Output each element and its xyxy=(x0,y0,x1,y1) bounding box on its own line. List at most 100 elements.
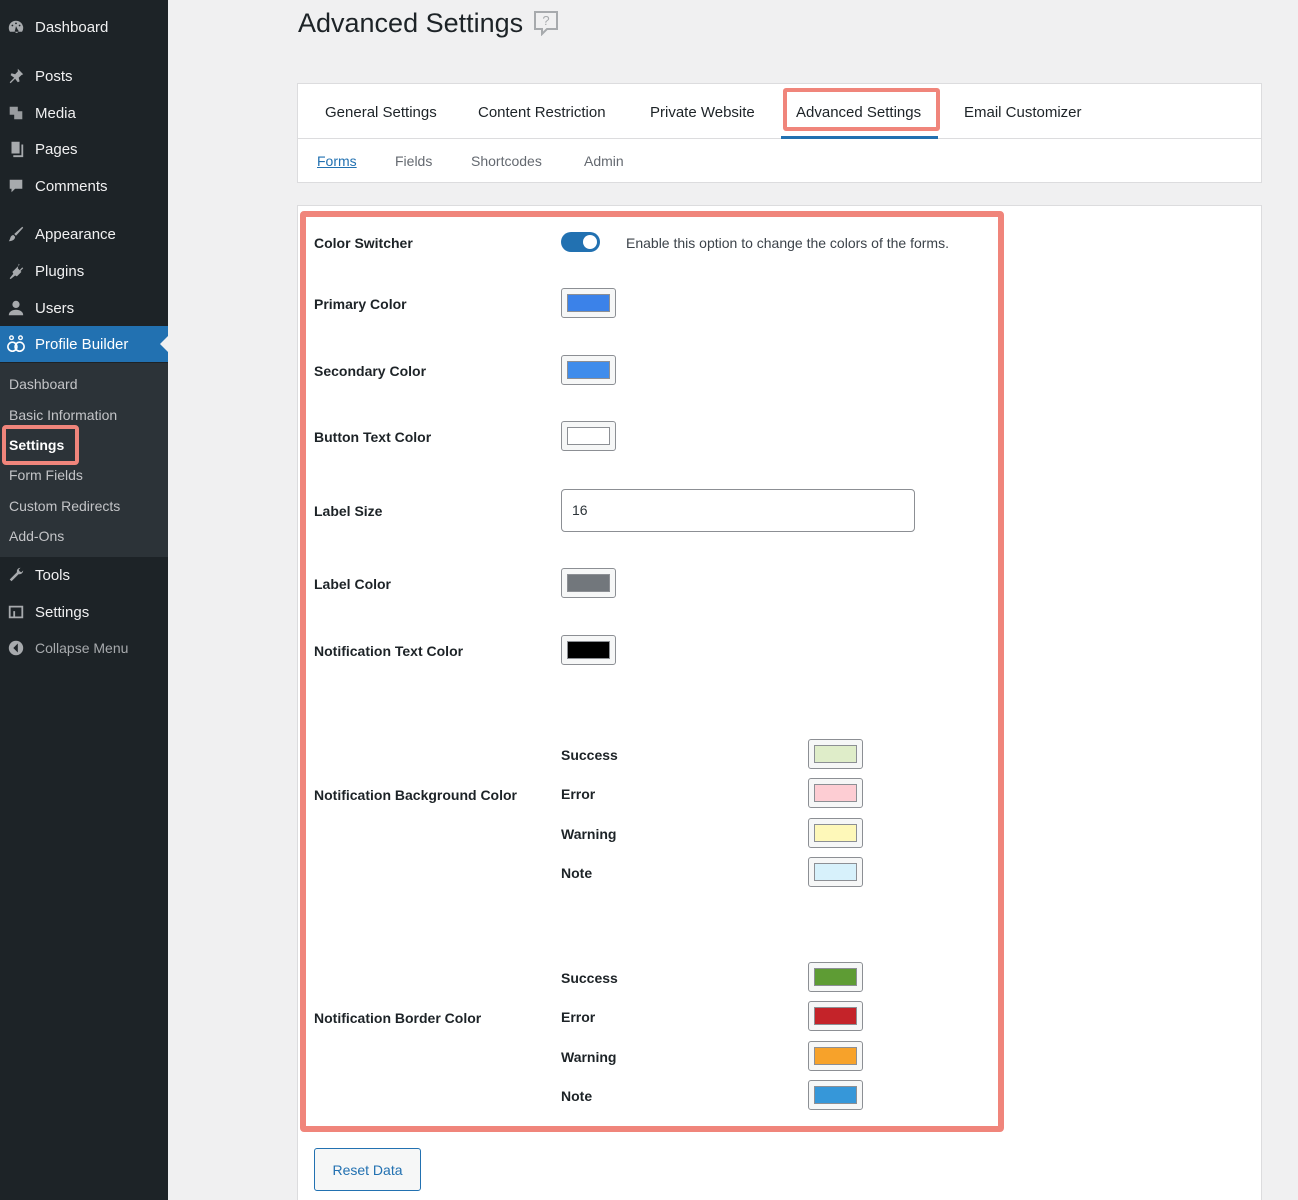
pin-icon xyxy=(6,66,26,86)
media-icon xyxy=(6,103,26,123)
bg-warning-label: Warning xyxy=(561,826,617,842)
tab-advanced-settings[interactable]: Advanced Settings xyxy=(796,104,921,121)
sidebar-item-pages[interactable]: Pages xyxy=(0,131,168,167)
subtab-fields[interactable]: Fields xyxy=(395,153,432,169)
bg-success-color-picker[interactable] xyxy=(808,739,863,769)
help-icon[interactable]: ? xyxy=(533,10,559,36)
plug-icon xyxy=(6,261,26,281)
sidebar-item-label: Profile Builder xyxy=(35,335,129,353)
color-fill xyxy=(814,784,857,802)
color-fill xyxy=(814,1007,857,1025)
active-tab-underline xyxy=(781,136,938,139)
secondary-color-label: Secondary Color xyxy=(314,363,427,379)
color-fill xyxy=(814,824,857,842)
tab-content-restriction[interactable]: Content Restriction xyxy=(478,104,606,121)
label-color-picker[interactable] xyxy=(561,568,616,598)
tab-email-customizer[interactable]: Email Customizer xyxy=(964,104,1082,121)
color-fill xyxy=(814,745,857,763)
color-switcher-description: Enable this option to change the colors … xyxy=(626,235,949,251)
bg-error-label: Error xyxy=(561,786,596,802)
tab-general-settings[interactable]: General Settings xyxy=(325,104,437,121)
profile-builder-submenu: Dashboard Basic Information Settings For… xyxy=(0,363,168,557)
comment-icon xyxy=(6,176,26,196)
border-error-color-picker[interactable] xyxy=(808,1001,863,1031)
wrench-icon xyxy=(6,565,26,585)
bg-warning-color-picker[interactable] xyxy=(808,818,863,848)
sidebar-item-dashboard[interactable]: Dashboard xyxy=(0,9,168,45)
border-success-color-picker[interactable] xyxy=(808,962,863,992)
color-switcher-label: Color Switcher xyxy=(314,235,413,251)
svg-text:?: ? xyxy=(542,13,549,28)
submenu-item-add-ons[interactable]: Add-Ons xyxy=(9,528,64,544)
subtab-admin[interactable]: Admin xyxy=(584,153,624,169)
toggle-knob xyxy=(583,235,597,249)
pages-icon xyxy=(6,139,26,159)
sidebar-item-label: Tools xyxy=(35,566,71,584)
color-switcher-toggle[interactable] xyxy=(561,232,600,252)
bg-note-color-picker[interactable] xyxy=(808,857,863,887)
submenu-item-dashboard[interactable]: Dashboard xyxy=(9,376,78,392)
primary-color-picker[interactable] xyxy=(561,288,616,318)
sidebar-item-label: Plugins xyxy=(35,262,85,280)
sidebar-item-label: Appearance xyxy=(35,225,116,243)
reset-data-button[interactable]: Reset Data xyxy=(314,1148,421,1191)
page-title: Advanced Settings xyxy=(298,8,524,38)
sidebar-item-settings[interactable]: Settings xyxy=(0,594,168,630)
border-success-label: Success xyxy=(561,970,618,986)
sidebar-item-tools[interactable]: Tools xyxy=(0,557,168,593)
color-fill xyxy=(567,427,610,445)
subtab-forms[interactable]: Forms xyxy=(317,153,357,169)
submenu-item-form-fields[interactable]: Form Fields xyxy=(9,467,83,483)
dashboard-icon xyxy=(6,17,26,37)
bg-note-label: Note xyxy=(561,865,593,881)
sidebar-item-appearance[interactable]: Appearance xyxy=(0,216,168,252)
profile-builder-icon xyxy=(6,334,26,354)
collapse-menu-button[interactable]: Collapse Menu xyxy=(0,630,168,666)
label-color-label: Label Color xyxy=(314,576,392,592)
border-note-color-picker[interactable] xyxy=(808,1080,863,1110)
sidebar-item-label: Pages xyxy=(35,140,78,158)
sidebar-item-media[interactable]: Media xyxy=(0,95,168,131)
border-note-label: Note xyxy=(561,1088,593,1104)
notification-border-color-label: Notification Border Color xyxy=(314,1010,482,1026)
primary-color-label: Primary Color xyxy=(314,296,407,312)
color-fill xyxy=(567,641,610,659)
sidebar-item-profile-builder[interactable]: Profile Builder xyxy=(0,326,168,362)
submenu-item-settings[interactable]: Settings xyxy=(9,437,64,453)
color-fill xyxy=(814,968,857,986)
sidebar-item-label: Users xyxy=(35,299,75,317)
button-text-color-label: Button Text Color xyxy=(314,429,432,445)
border-warning-color-picker[interactable] xyxy=(808,1041,863,1071)
tab-private-website[interactable]: Private Website xyxy=(650,104,755,121)
bg-error-color-picker[interactable] xyxy=(808,778,863,808)
sidebar-item-users[interactable]: Users xyxy=(0,290,168,326)
color-fill xyxy=(814,1047,857,1065)
submenu-item-basic-information[interactable]: Basic Information xyxy=(9,407,117,423)
sidebar-item-plugins[interactable]: Plugins xyxy=(0,253,168,289)
button-text-color-picker[interactable] xyxy=(561,421,616,451)
sidebar-item-label: Comments xyxy=(35,177,108,195)
color-fill xyxy=(567,294,610,312)
border-error-label: Error xyxy=(561,1009,596,1025)
secondary-color-picker[interactable] xyxy=(561,355,616,385)
main-tabs: General Settings Content Restriction Pri… xyxy=(298,84,1261,139)
forms-settings-card xyxy=(297,205,1262,1200)
submenu-item-custom-redirects[interactable]: Custom Redirects xyxy=(9,498,120,514)
label-size-input[interactable]: 16 xyxy=(561,489,915,532)
sidebar-item-posts[interactable]: Posts xyxy=(0,58,168,94)
settings-icon xyxy=(6,602,26,622)
color-fill xyxy=(814,1086,857,1104)
notification-background-color-label: Notification Background Color xyxy=(314,787,517,803)
sidebar-item-label: Settings xyxy=(35,603,90,621)
sidebar-item-label: Media xyxy=(35,104,76,122)
color-fill xyxy=(814,863,857,881)
settings-tabs-card: General Settings Content Restriction Pri… xyxy=(297,83,1262,183)
admin-sidebar: Dashboard Posts Media Pages Comments App… xyxy=(0,0,168,1200)
sidebar-item-comments[interactable]: Comments xyxy=(0,168,168,204)
notification-text-color-picker[interactable] xyxy=(561,635,616,665)
subtab-shortcodes[interactable]: Shortcodes xyxy=(471,153,542,169)
sidebar-item-label: Posts xyxy=(35,67,73,85)
paintbrush-icon xyxy=(6,224,26,244)
color-fill xyxy=(567,574,610,592)
active-indicator xyxy=(160,336,168,352)
